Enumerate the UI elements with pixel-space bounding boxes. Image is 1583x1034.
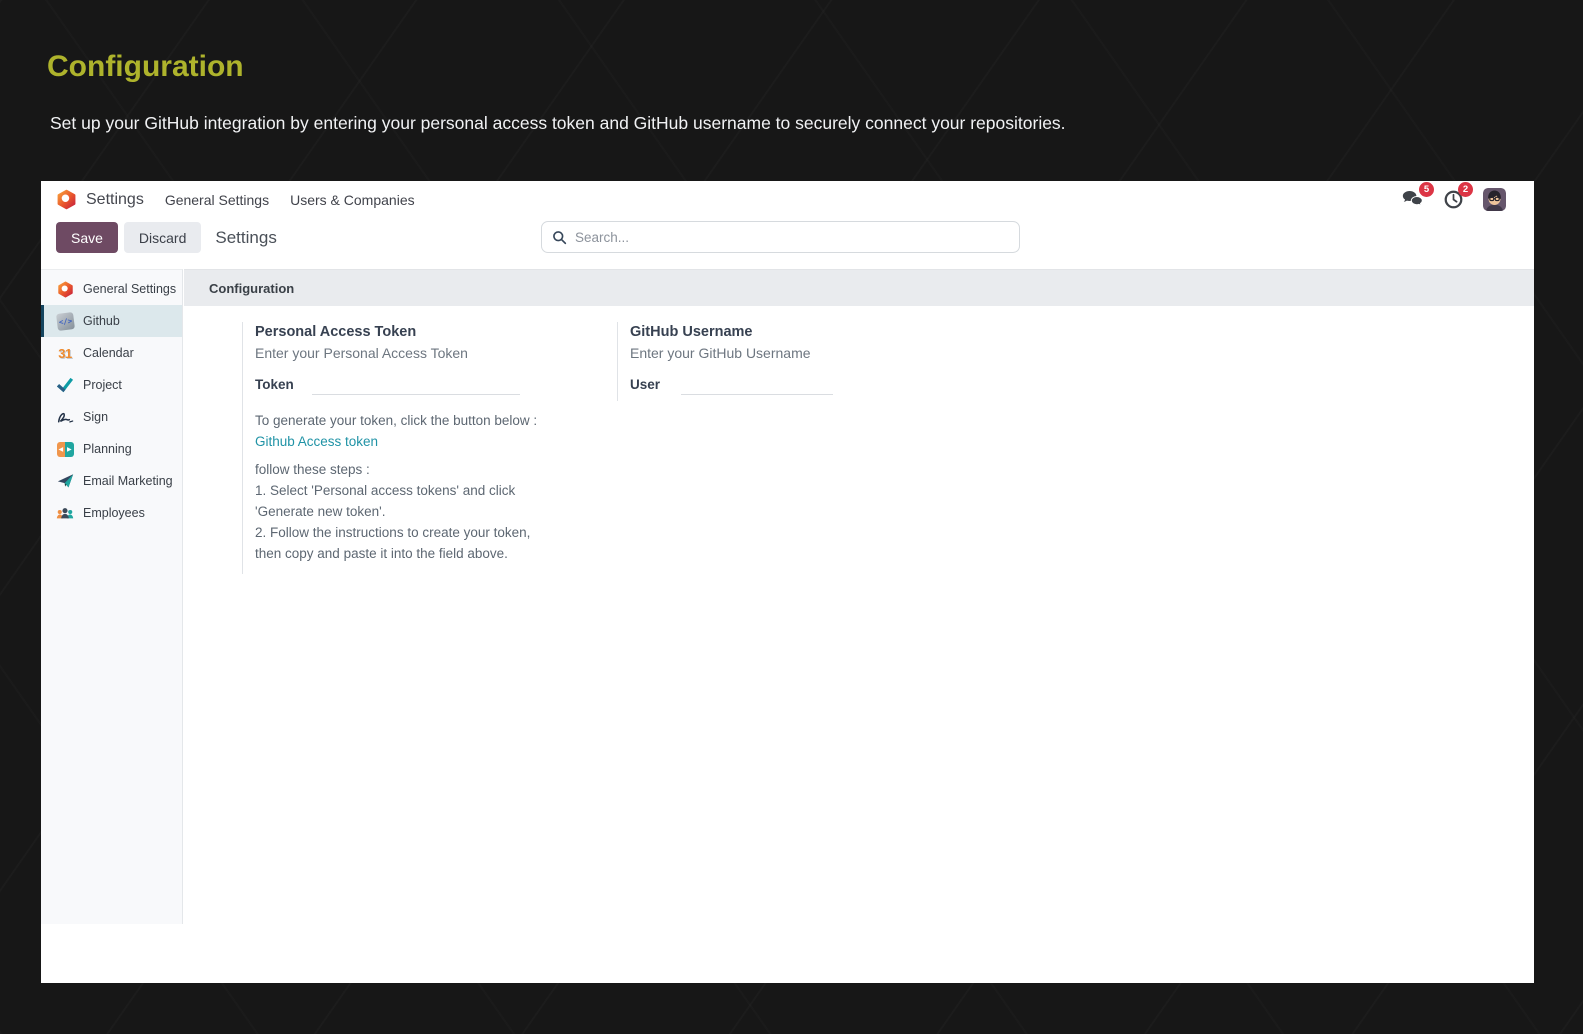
sidebar-item-label: General Settings — [83, 282, 177, 296]
save-button[interactable]: Save — [56, 222, 118, 253]
odoo-settings-window: Settings General Settings Users & Compan… — [41, 181, 1534, 983]
sidebar-item-label: Project — [83, 378, 122, 392]
activities-clock-icon[interactable]: 2 — [1444, 182, 1473, 209]
discard-button[interactable]: Discard — [123, 222, 202, 253]
sidebar-item-label: Sign — [83, 410, 109, 424]
planning-arrows-icon: ◀ ▶ — [56, 441, 74, 457]
username-setting-title: GitHub Username — [630, 324, 753, 340]
username-setting-block: GitHub Username Enter your GitHub Userna… — [617, 322, 994, 401]
steps-intro: follow these steps : — [255, 462, 370, 477]
sidebar-item-email-marketing[interactable]: Email Marketing — [41, 465, 182, 497]
user-avatar[interactable] — [1483, 188, 1506, 211]
menu-users-companies[interactable]: Users & Companies — [290, 192, 415, 208]
token-field-row: Token — [255, 377, 619, 395]
token-field-label: Token — [255, 377, 294, 392]
sidebar-item-planning[interactable]: ◀ ▶ Planning — [41, 433, 182, 465]
sidebar-item-label: Github — [83, 314, 120, 328]
page-description: Set up your GitHub integration by enteri… — [50, 113, 1066, 133]
calendar-31-icon: 31 — [58, 345, 72, 361]
step-line: 1. Select 'Personal access tokens' and c… — [255, 483, 516, 498]
paper-plane-icon — [56, 473, 74, 489]
step-line: then copy and paste it into the field ab… — [255, 546, 508, 561]
github-access-token-link[interactable]: Github Access token — [255, 431, 378, 452]
token-setting-subtitle: Enter your Personal Access Token — [255, 345, 468, 361]
menu-general-settings[interactable]: General Settings — [165, 192, 269, 208]
messages-icon[interactable]: 5 — [1402, 182, 1434, 209]
breadcrumb: Settings — [215, 227, 277, 247]
search-input[interactable] — [575, 229, 1009, 245]
sidebar-item-general-settings[interactable]: General Settings — [41, 273, 182, 305]
section-header-bar: Configuration — [184, 269, 1534, 306]
sidebar-item-github[interactable]: </> Github — [41, 305, 182, 337]
sidebar-item-project[interactable]: Project — [41, 369, 182, 401]
step-line: 2. Follow the instructions to create you… — [255, 525, 531, 540]
sidebar-item-label: Email Marketing — [83, 474, 173, 488]
token-steps: follow these steps : 1. Select 'Personal… — [255, 459, 619, 564]
signature-icon — [56, 410, 74, 425]
check-icon — [56, 377, 74, 393]
page-title: Configuration — [47, 50, 244, 83]
activities-badge: 2 — [1458, 182, 1473, 197]
people-icon — [56, 506, 74, 520]
app-name[interactable]: Settings — [86, 191, 144, 209]
username-setting-subtitle: Enter your GitHub Username — [630, 345, 811, 361]
token-setting-block: Personal Access Token Enter your Persona… — [242, 322, 619, 574]
step-line: 'Generate new token'. — [255, 504, 386, 519]
section-header-title: Configuration — [209, 280, 295, 296]
search-bar — [541, 221, 1020, 253]
token-help-intro: To generate your token, click the button… — [255, 413, 538, 428]
page-background: Configuration Set up your GitHub integra… — [0, 0, 1583, 1034]
user-field-label: User — [630, 377, 661, 392]
navbar-right-icons: 5 2 — [1402, 182, 1506, 211]
sidebar-item-label: Planning — [83, 442, 132, 456]
sidebar-item-sign[interactable]: Sign — [41, 401, 182, 433]
token-setting-title: Personal Access Token — [255, 324, 417, 340]
messages-badge: 5 — [1419, 182, 1434, 197]
control-bar: Save Discard Settings — [56, 222, 277, 253]
token-help-text: To generate your token, click the button… — [255, 410, 619, 574]
github-code-icon: </> — [55, 311, 75, 331]
sidebar-item-calendar[interactable]: 31 Calendar — [41, 337, 182, 369]
user-input[interactable] — [681, 390, 833, 395]
search-icon — [552, 230, 567, 245]
odoo-logo-icon[interactable] — [56, 189, 77, 210]
settings-sidebar: General Settings </> Github 31 Calendar — [41, 269, 183, 924]
sidebar-item-label: Calendar — [83, 346, 134, 360]
sidebar-item-employees[interactable]: Employees — [41, 497, 182, 529]
sidebar-item-label: Employees — [83, 506, 145, 520]
user-field-row: User — [630, 377, 994, 395]
odoo-logo-icon — [56, 281, 74, 298]
token-input[interactable] — [312, 390, 520, 395]
top-navbar: Settings General Settings Users & Compan… — [41, 181, 1534, 218]
